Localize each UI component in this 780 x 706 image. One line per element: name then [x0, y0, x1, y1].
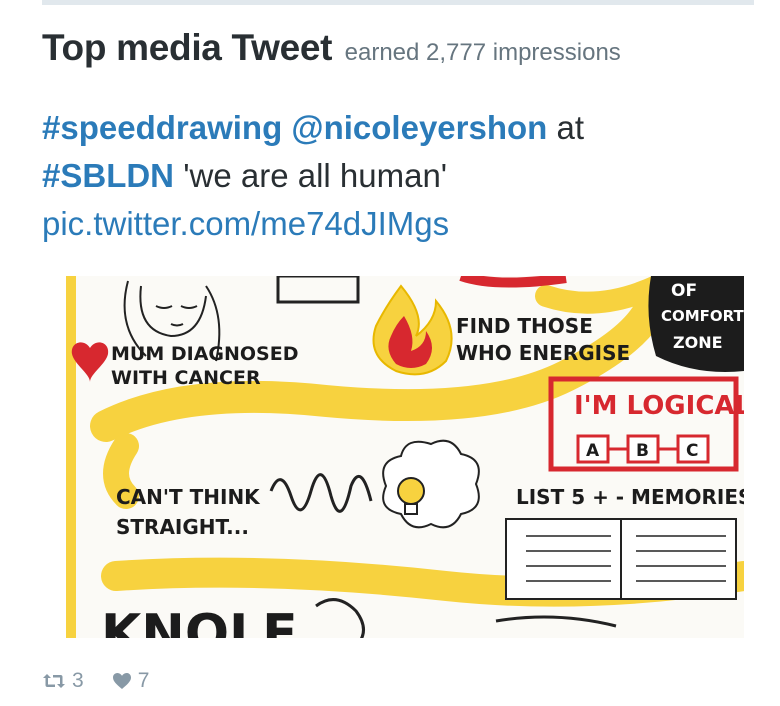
note-box-a: A — [586, 441, 600, 461]
like-action[interactable]: 7 — [112, 669, 150, 693]
retweet-icon — [43, 674, 65, 688]
sketch-drawing: MUM DIAGNOSED WITH CANCER FIND THOSE WHO… — [66, 276, 744, 638]
impressions-label: earned 2,777 impressions — [344, 39, 621, 66]
note-of: OF — [671, 281, 697, 301]
note-find: FIND THOSE — [456, 314, 593, 338]
note-mum: MUM DIAGNOSED — [111, 343, 299, 365]
note-box-c: C — [686, 441, 698, 461]
note-cant-think: CAN'T THINK — [116, 485, 261, 509]
note-cancer: WITH CANCER — [111, 367, 261, 389]
note-energise: WHO ENERGISE — [456, 341, 630, 365]
note-logical: I'M LOGICAL — [574, 391, 744, 421]
tweet-text: #speeddrawing @nicoleyershon at #SBLDN '… — [42, 104, 742, 248]
text-quote: 'we are all human' — [174, 157, 448, 194]
section-heading: Top media Tweet earned 2,777 impressions — [42, 27, 621, 69]
media-link[interactable]: pic.twitter.com/me74dJIMgs — [42, 205, 449, 242]
divider — [42, 0, 754, 5]
note-knole: KNOLE — [101, 604, 298, 638]
hashtag-speeddrawing[interactable]: #speeddrawing — [42, 109, 282, 146]
retweet-action[interactable]: 3 — [42, 669, 84, 693]
retweet-count: 3 — [72, 669, 84, 692]
like-count: 7 — [137, 669, 150, 692]
heading-title: Top media Tweet — [42, 27, 333, 68]
hashtag-sbldn[interactable]: #SBLDN — [42, 157, 174, 194]
note-box-b: B — [636, 441, 649, 461]
note-comfort: COMFORT — [661, 307, 744, 325]
heart-icon — [112, 673, 131, 689]
tweet-actions: 3 7 — [42, 666, 149, 696]
mention-nicoleyershon[interactable]: @nicoleyershon — [291, 109, 547, 146]
note-straight: STRAIGHT... — [116, 515, 249, 539]
note-list: LIST 5 + - MEMORIES — [516, 485, 744, 509]
note-zone: ZONE — [673, 333, 723, 352]
tweet-media-image[interactable]: MUM DIAGNOSED WITH CANCER FIND THOSE WHO… — [66, 276, 744, 638]
text-at: at — [547, 109, 585, 146]
